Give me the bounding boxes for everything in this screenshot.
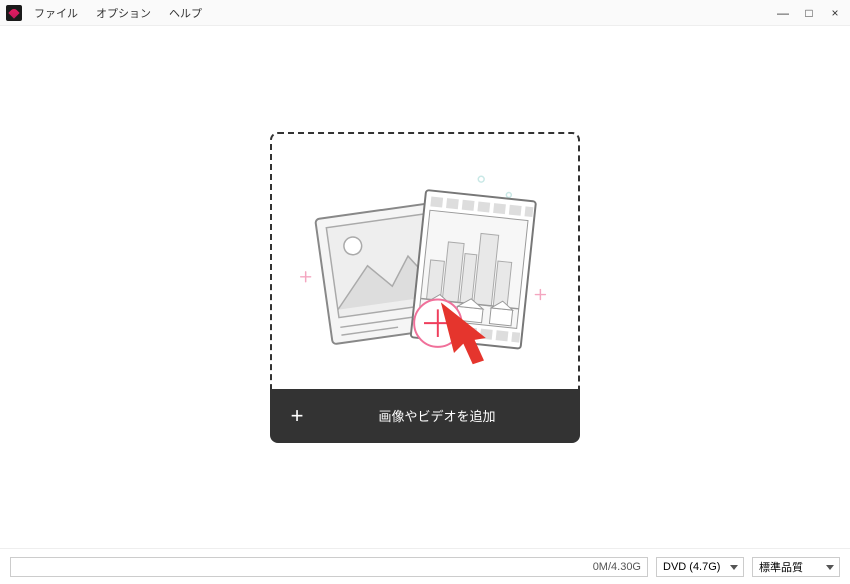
add-media-label: 画像やビデオを追加	[324, 406, 580, 425]
close-button[interactable]: ×	[826, 4, 844, 22]
disc-type-select[interactable]: DVD (4.7G)	[656, 557, 744, 577]
quality-select[interactable]: 標準品質	[752, 557, 840, 577]
statusbar: 0M/4.30G DVD (4.7G) 標準品質	[0, 548, 850, 584]
main-area: + 画像やビデオを追加	[0, 26, 850, 548]
menu-help[interactable]: ヘルプ	[169, 5, 202, 21]
minimize-button[interactable]: —	[774, 4, 792, 22]
size-text: 0M/4.30G	[593, 561, 641, 573]
maximize-button[interactable]: □	[800, 4, 818, 22]
plus-icon: +	[270, 403, 324, 429]
menu-bar: ファイル オプション ヘルプ	[34, 5, 202, 21]
app-icon	[6, 5, 22, 21]
media-illustration-icon	[282, 154, 568, 374]
window-controls: — □ ×	[774, 4, 844, 22]
disc-type-value: DVD (4.7G)	[663, 561, 720, 573]
size-progress: 0M/4.30G	[10, 557, 648, 577]
dropzone[interactable]	[270, 132, 580, 389]
quality-value: 標準品質	[759, 559, 803, 575]
add-media-button[interactable]: + 画像やビデオを追加	[270, 389, 580, 443]
add-media-card: + 画像やビデオを追加	[270, 132, 580, 443]
menu-options[interactable]: オプション	[96, 5, 151, 21]
titlebar: ファイル オプション ヘルプ — □ ×	[0, 0, 850, 26]
menu-file[interactable]: ファイル	[34, 5, 78, 21]
